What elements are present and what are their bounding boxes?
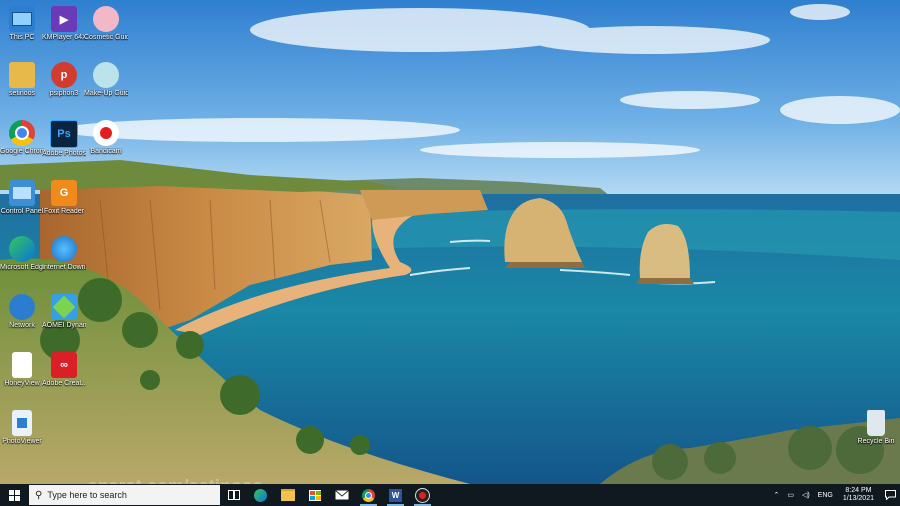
icon-label: Adobe Creat... <box>42 380 86 387</box>
taskbar-edge-button[interactable] <box>247 484 274 506</box>
desktop-icon-foxit-reader[interactable]: G Foxit Reader <box>42 180 86 216</box>
desktop-wallpaper <box>0 0 900 484</box>
taskbar: ⚲ Type here to search W ⌃ ▭ ◁) ENG 8:24 … <box>0 484 900 506</box>
edge-icon <box>254 488 267 502</box>
network-tray-icon[interactable]: ▭ <box>783 491 798 499</box>
windows-logo-icon <box>8 489 20 501</box>
search-placeholder: Type here to search <box>47 490 127 500</box>
desktop-icon-microsoft-edge[interactable]: Microsoft Edge <box>0 236 44 272</box>
makeup-guide-icon <box>93 62 119 88</box>
taskbar-word-button[interactable]: W <box>382 484 409 506</box>
aomei-icon <box>51 294 77 320</box>
idm-icon <box>51 236 77 262</box>
record-icon <box>415 487 430 503</box>
user-folder-icon <box>9 62 35 88</box>
desktop-icon-aomei[interactable]: AOMEI Dynamic D... <box>42 294 86 330</box>
word-icon: W <box>389 488 402 502</box>
desktop-icon-user-folder[interactable]: setinoos <box>0 62 44 98</box>
icon-label: psiphon3 <box>49 90 79 97</box>
desktop-icon-kmplayer[interactable]: ▶ KMPlayer 64X <box>42 6 86 42</box>
system-tray: ⌃ ▭ ◁) ENG 8:24 PM 1/13/2021 <box>769 484 900 506</box>
desktop-icon-bandicam[interactable]: Bandicam <box>84 120 128 156</box>
desktop-icon-photoshop[interactable]: Ps Adobe Photosh... <box>42 120 86 158</box>
desktop-icon-google-chrome[interactable]: Google Chrome <box>0 120 44 156</box>
file-icon <box>12 352 32 378</box>
monitor-icon <box>9 6 35 32</box>
desktop-icon-photoviewer[interactable]: PhotoViewer <box>0 410 44 446</box>
cosmetic-guide-icon <box>93 6 119 32</box>
desktop-icon-adobe-creative-cloud[interactable]: ∞ Adobe Creat... <box>42 352 86 388</box>
edge-icon <box>9 236 35 262</box>
taskbar-file-explorer-button[interactable] <box>274 484 301 506</box>
kmplayer-icon: ▶ <box>51 6 77 32</box>
taskbar-chrome-button[interactable] <box>355 484 382 506</box>
chevron-up-icon[interactable]: ⌃ <box>769 491 783 499</box>
network-icon <box>9 294 35 320</box>
icon-label: KMPlayer 64X <box>42 34 86 41</box>
desktop-icon-recycle-bin[interactable]: Recycle Bin <box>854 410 898 446</box>
clock-time: 8:24 PM <box>845 487 872 494</box>
mail-icon <box>334 490 349 500</box>
icon-label: Control Panel <box>0 208 44 215</box>
clock[interactable]: 8:24 PM 1/13/2021 <box>837 487 880 503</box>
desktop-icon-honeyview[interactable]: HoneyView <box>0 352 44 388</box>
psiphon-icon: p <box>51 62 77 88</box>
search-icon: ⚲ <box>35 489 43 501</box>
taskbar-search-box[interactable]: ⚲ Type here to search <box>29 485 220 505</box>
icon-label: Microsoft Edge <box>0 264 44 271</box>
notification-icon <box>884 490 896 500</box>
icon-label: Bandicam <box>90 148 122 155</box>
icon-label: Foxit Reader <box>43 208 85 215</box>
icon-label: AOMEI Dynamic D... <box>42 322 86 329</box>
desktop-icon-makeup-guide[interactable]: Make-Up Guide <box>84 62 128 98</box>
control-panel-icon <box>9 180 35 206</box>
clock-date: 1/13/2021 <box>842 495 874 502</box>
taskbar-store-button[interactable] <box>301 484 328 506</box>
photoshop-icon: Ps <box>50 120 78 148</box>
icon-label: Adobe Photosh... <box>42 150 86 157</box>
icon-label: Cosmetic Guide <box>84 34 128 41</box>
store-icon <box>308 489 321 501</box>
desktop-icon-cosmetic-guide[interactable]: Cosmetic Guide <box>84 6 128 42</box>
desktop-icon-this-pc[interactable]: This PC <box>0 6 44 42</box>
icon-label: Make-Up Guide <box>84 90 128 97</box>
coastline-scene <box>0 0 900 484</box>
icon-label: Google Chrome <box>0 148 44 155</box>
photoviewer-icon <box>12 410 32 436</box>
icon-label: PhotoViewer <box>2 438 42 445</box>
desktop-icon-psiphon[interactable]: p psiphon3 <box>42 62 86 98</box>
recycle-bin-icon <box>867 410 885 436</box>
creative-cloud-icon: ∞ <box>51 352 77 378</box>
foxit-reader-icon: G <box>51 180 77 206</box>
desktop-icon-network[interactable]: Network <box>0 294 44 330</box>
icon-label: Network <box>9 322 35 329</box>
desktop-icon-internet-download-manager[interactable]: Internet Downlo... <box>42 236 86 272</box>
task-view-button[interactable] <box>220 484 247 506</box>
chrome-icon <box>9 120 35 146</box>
task-view-icon <box>227 490 240 500</box>
icon-label: Internet Downlo... <box>42 264 86 271</box>
icon-label: Recycle Bin <box>857 438 895 445</box>
start-button[interactable] <box>0 484 28 506</box>
folder-icon <box>280 489 295 501</box>
taskbar-mail-button[interactable] <box>328 484 355 506</box>
icon-label: HoneyView <box>4 380 40 387</box>
language-indicator[interactable]: ENG <box>814 492 837 499</box>
volume-icon[interactable]: ◁) <box>798 491 814 499</box>
taskbar-bandicam-button[interactable] <box>409 484 436 506</box>
icon-label: This PC <box>9 34 35 41</box>
bandicam-icon <box>93 120 119 146</box>
icon-label: setinoos <box>8 90 36 97</box>
chrome-icon <box>362 488 375 502</box>
action-center-button[interactable] <box>880 484 900 506</box>
desktop-icon-control-panel[interactable]: Control Panel <box>0 180 44 216</box>
